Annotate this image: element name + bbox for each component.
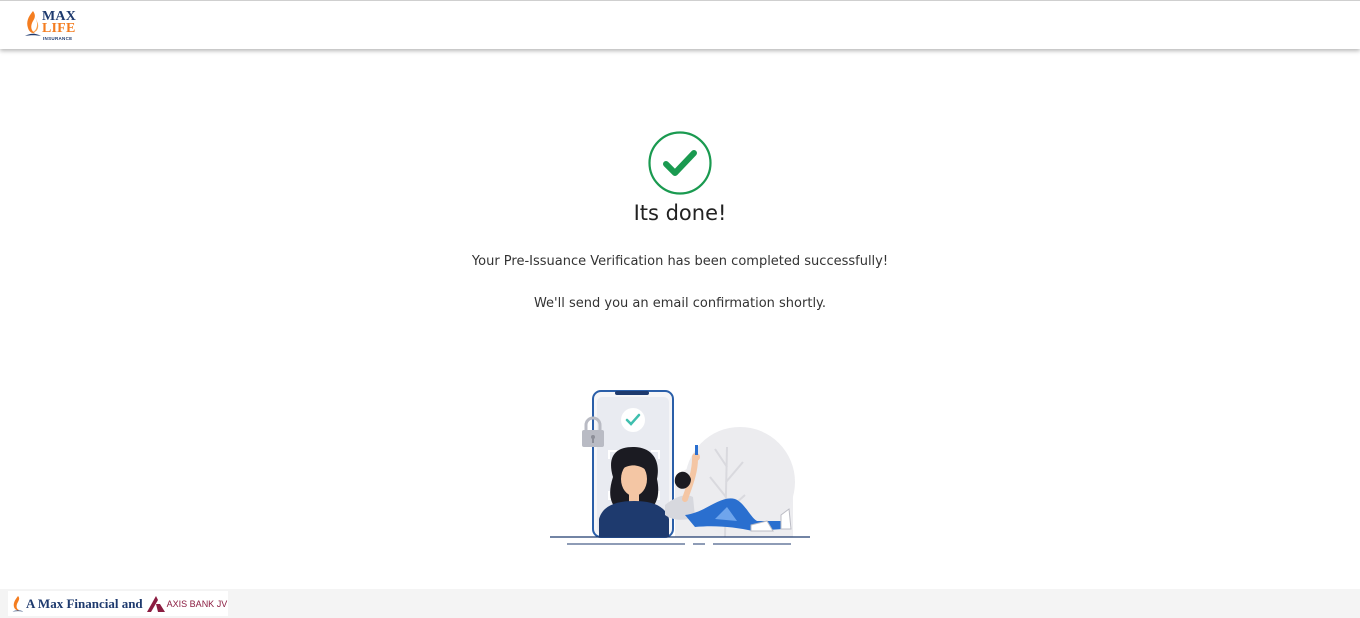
- header: MAX LIFE INSURANCE: [0, 0, 1360, 49]
- face-verification-illustration: [545, 387, 815, 547]
- axis-bank-jv-text: AXIS BANK JV: [166, 598, 228, 609]
- footer: A Max Financial and AXIS BANK JV: [0, 589, 1360, 618]
- logo-text-life: LIFE: [42, 21, 76, 36]
- max-flame-icon: [12, 595, 24, 611]
- email-confirmation-message: We'll send you an email confirmation sho…: [533, 296, 827, 311]
- check-circle-icon: [648, 131, 712, 195]
- jv-text: A Max Financial and: [26, 595, 143, 611]
- confirmation-panel: Its done! Your Pre-Issuance Verification…: [0, 49, 1360, 589]
- page-title: Its done!: [633, 201, 727, 225]
- jv-badge: A Max Financial and AXIS BANK JV: [8, 591, 228, 616]
- max-life-logo[interactable]: MAX LIFE INSURANCE: [24, 9, 80, 43]
- success-message: Your Pre-Issuance Verification has been …: [471, 254, 889, 269]
- flame-icon: [25, 11, 41, 36]
- logo-text-insurance: INSURANCE: [43, 36, 73, 41]
- axis-bank-logo-icon: [146, 595, 165, 612]
